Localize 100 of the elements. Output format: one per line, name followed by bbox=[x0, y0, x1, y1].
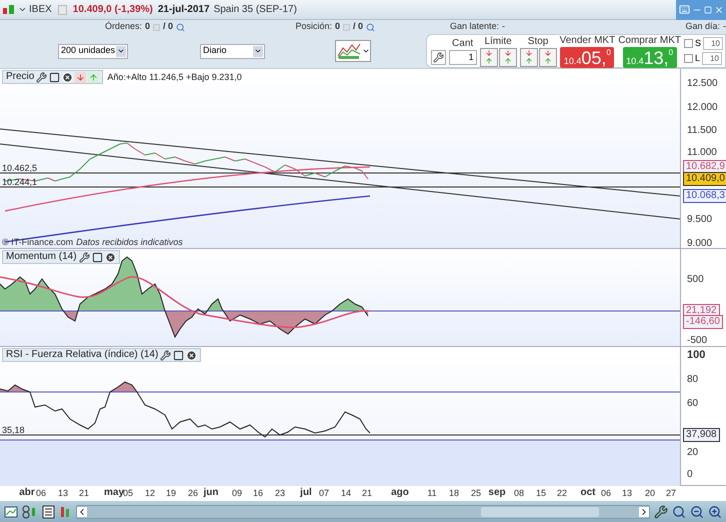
axis-tick-label: 16 bbox=[253, 487, 263, 500]
box-icon bbox=[342, 24, 350, 31]
symbol-name: IBEX bbox=[29, 3, 52, 17]
summary-label: Posición: bbox=[295, 20, 332, 34]
value-label: 37,908 bbox=[683, 428, 720, 442]
axis-tick-label: 9.000 bbox=[687, 238, 712, 250]
scroll-right-icon[interactable] bbox=[639, 506, 649, 517]
settings-icon[interactable] bbox=[78, 252, 90, 263]
settings-icon[interactable] bbox=[160, 350, 172, 361]
column-label: Comprar MKT bbox=[618, 34, 681, 47]
panel-title: Precio bbox=[6, 71, 34, 84]
axis-tick-label: 21 bbox=[362, 487, 372, 500]
zoom-in-icon[interactable] bbox=[708, 504, 722, 519]
column-label: Límite bbox=[484, 36, 512, 48]
period-select[interactable]: Diario bbox=[200, 44, 265, 59]
order-icon[interactable] bbox=[520, 48, 538, 67]
value-label: 10.409,0 bbox=[683, 172, 726, 186]
chart-type-button[interactable] bbox=[335, 40, 371, 62]
contract-name: Spain 35 (SEP-17) bbox=[214, 3, 297, 17]
axis-tick-label: 07 bbox=[319, 487, 329, 500]
axis-tick-label: 60 bbox=[687, 398, 698, 410]
price-change: 10.409,0 (-1,39%) bbox=[72, 3, 153, 17]
axis-tick-label: 09 bbox=[232, 487, 242, 500]
axis-tick-label: 05 bbox=[123, 487, 133, 500]
search-icon[interactable] bbox=[366, 22, 375, 32]
level-label: 10.462,5 bbox=[2, 163, 38, 174]
axis-tick-label: 14 bbox=[341, 487, 351, 500]
axis-tick-label: 20 bbox=[687, 447, 698, 460]
axis-tick-label: oct bbox=[580, 487, 596, 500]
panel-title: Momentum (14) bbox=[6, 251, 77, 264]
search-icon[interactable] bbox=[176, 22, 185, 32]
axis-tick-label: ago bbox=[391, 487, 409, 500]
column-label: Cant bbox=[452, 38, 474, 50]
summary-label: Órdenes: bbox=[104, 20, 142, 34]
list-icon[interactable] bbox=[42, 504, 55, 519]
settings-icon[interactable] bbox=[430, 50, 446, 65]
axis-tick-label: 11.000 bbox=[687, 147, 717, 160]
axis-tick-label: 23 bbox=[275, 487, 285, 500]
summary-value: - bbox=[723, 20, 726, 34]
quote-date: 21-jul-2017 bbox=[158, 3, 210, 17]
summary-value: - bbox=[502, 20, 505, 34]
axis-tick-label: jul bbox=[300, 487, 312, 500]
level-label: 10.244,1 bbox=[2, 177, 38, 188]
year-range: Año:+Alto 11.246,5 +Bajo 9.231,0 bbox=[107, 71, 242, 84]
axis-tick-label: 13 bbox=[622, 487, 632, 500]
summary-value: 0 bbox=[334, 20, 340, 34]
summary-label: Gan latente: bbox=[450, 20, 499, 34]
quantity-field[interactable]: 1 bbox=[448, 50, 477, 65]
checkbox[interactable] bbox=[684, 39, 693, 48]
scroll-thumb[interactable] bbox=[481, 506, 599, 517]
order-icon[interactable] bbox=[538, 48, 557, 67]
size-field[interactable]: 10 bbox=[702, 52, 722, 65]
column-label: Stop bbox=[528, 36, 548, 48]
box-icon bbox=[152, 24, 160, 31]
close-icon[interactable] bbox=[62, 72, 74, 83]
settings-icon[interactable] bbox=[36, 72, 48, 83]
window-icon[interactable] bbox=[173, 350, 184, 361]
keyboard-icon[interactable] bbox=[678, 4, 690, 15]
order-icon[interactable] bbox=[498, 48, 517, 67]
scroll-left-icon[interactable] bbox=[77, 506, 87, 517]
axis-tick-label: 11 bbox=[427, 487, 437, 500]
summary-label: Gan día: bbox=[685, 20, 720, 34]
horizontal-scrollbar[interactable] bbox=[76, 504, 650, 519]
zoom-out-icon[interactable] bbox=[690, 504, 704, 519]
axis-tick-label: 12.000 bbox=[687, 102, 718, 114]
close-icon[interactable] bbox=[186, 350, 198, 361]
axis-tick-label: 100 bbox=[687, 349, 706, 362]
axis-tick-label: 500 bbox=[687, 274, 704, 286]
chart-image-icon[interactable] bbox=[4, 504, 18, 519]
value-label: 10.068,3 bbox=[683, 189, 726, 204]
dropdown-icon[interactable] bbox=[18, 5, 27, 14]
checkbox[interactable] bbox=[684, 54, 693, 63]
axis-tick-label: 0 bbox=[687, 469, 693, 482]
axis-tick-label: 12.500 bbox=[687, 78, 718, 90]
search-icon[interactable] bbox=[672, 504, 686, 519]
level-label: 35,18 bbox=[2, 425, 25, 436]
axis-tick-label: 18 bbox=[449, 487, 459, 500]
quantity-select[interactable]: 200 unidades bbox=[58, 44, 128, 59]
axis-tick-label: 80 bbox=[687, 374, 698, 386]
axis-tick-label: 06 bbox=[601, 487, 611, 500]
axis-tick-label: 9.500 bbox=[687, 214, 712, 226]
axis-tick-label: 20 bbox=[645, 487, 655, 500]
order-icon[interactable] bbox=[480, 48, 498, 67]
window-icon[interactable] bbox=[92, 252, 103, 263]
axis-tick-label: 21 bbox=[79, 487, 89, 500]
data-note: Datos recibidos indicativos bbox=[76, 237, 183, 248]
axis-tick-label: may bbox=[104, 487, 124, 500]
summary-total: / 0 bbox=[352, 20, 363, 34]
summary-value: 0 bbox=[144, 20, 150, 34]
axis-tick-label: 13 bbox=[58, 487, 68, 500]
axis-tick-label: 25 bbox=[471, 487, 481, 500]
axis-tick-label: -500 bbox=[687, 335, 708, 348]
settings-icon[interactable] bbox=[654, 504, 668, 519]
axis-tick-label: 19 bbox=[166, 487, 176, 500]
axis-tick-label: 27 bbox=[666, 487, 676, 500]
axis-tick-label: 11.500 bbox=[687, 125, 717, 138]
window-icon[interactable] bbox=[49, 72, 60, 83]
size-field[interactable]: 10 bbox=[703, 37, 723, 50]
close-icon[interactable] bbox=[104, 252, 116, 263]
axis-tick-label: 08 bbox=[514, 487, 524, 500]
